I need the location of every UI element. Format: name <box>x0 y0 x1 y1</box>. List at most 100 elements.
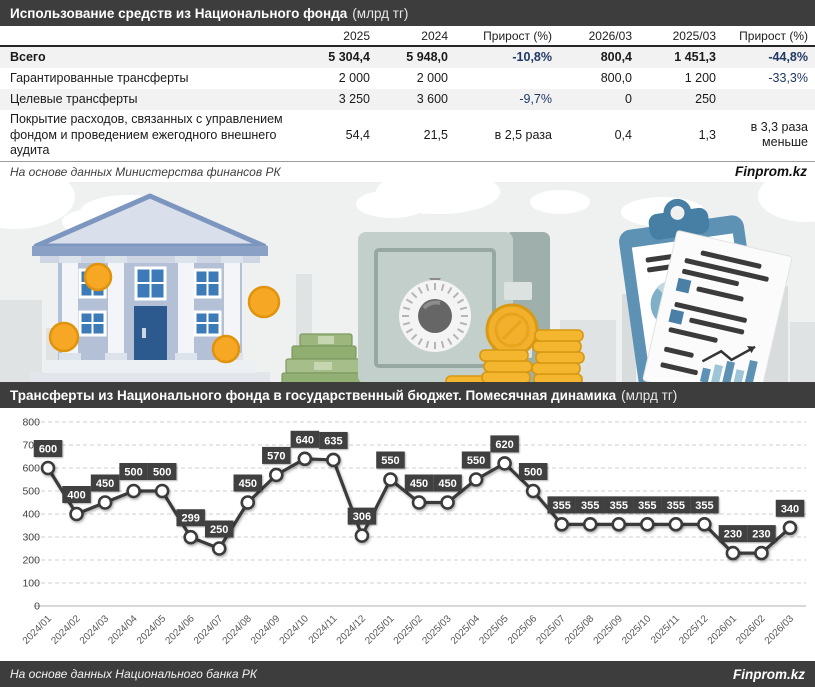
y-axis-tick-label: 600 <box>22 463 40 475</box>
data-label-value: 550 <box>467 455 485 467</box>
data-label-value: 570 <box>267 450 285 462</box>
x-axis-tick-label: 2025/10 <box>620 613 654 647</box>
data-point-marker <box>641 518 653 530</box>
x-axis-tick-label: 2026/02 <box>734 613 768 647</box>
data-label-value: 355 <box>553 500 571 512</box>
finprom-logo-text: Finprom.kz <box>735 164 815 179</box>
cell-value: 3 250 <box>311 90 377 110</box>
y-axis-tick-label: 500 <box>22 486 40 498</box>
y-axis-tick-label: 300 <box>22 532 40 544</box>
data-point-marker <box>327 454 339 466</box>
chart-title-bar: Трансферты из Национального фонда в госу… <box>0 382 815 408</box>
x-axis-tick-label: 2025/11 <box>649 613 682 646</box>
data-point-marker <box>556 518 568 530</box>
x-axis-tick-label: 2024/02 <box>49 613 83 647</box>
x-axis-tick-label: 2025/01 <box>363 613 397 647</box>
data-point-marker <box>727 547 739 559</box>
cell-value: 5 948,0 <box>377 48 455 68</box>
column-header: 2025/03 <box>639 27 723 45</box>
x-axis-tick-label: 2025/07 <box>534 613 568 647</box>
row-label: Покрытие расходов, связанных с управлени… <box>0 110 311 161</box>
x-axis-tick-label: 2026/03 <box>763 613 797 647</box>
data-label-value: 550 <box>381 455 399 467</box>
data-point-marker <box>784 522 796 534</box>
column-header: Прирост (%) <box>455 27 559 45</box>
x-axis-tick-label: 2024/03 <box>78 613 112 647</box>
data-label-value: 600 <box>39 444 57 456</box>
fund-usage-table: 20252024Прирост (%)2026/032025/03Прирост… <box>0 26 815 182</box>
data-label-value: 230 <box>724 529 742 541</box>
x-axis-tick-label: 2024/12 <box>335 613 369 647</box>
cell-value: 0 <box>559 90 639 110</box>
data-label-value: 635 <box>324 435 342 447</box>
table-row: Покрытие расходов, связанных с управлени… <box>0 110 815 161</box>
data-label-value: 355 <box>695 500 713 512</box>
data-point-marker <box>613 518 625 530</box>
footer-bar: На основе данных Национального банка РК … <box>0 661 815 687</box>
cell-value: -10,8% <box>455 48 559 68</box>
data-point-marker <box>527 485 539 497</box>
data-point-marker <box>128 485 140 497</box>
chart-area: 01002003004005006007008002024/012024/022… <box>0 408 815 661</box>
row-label: Целевые трансферты <box>0 90 311 110</box>
y-axis-tick-label: 100 <box>22 578 40 590</box>
column-header: 2026/03 <box>559 27 639 45</box>
x-axis-tick-label: 2025/12 <box>677 613 711 647</box>
chart-title: Трансферты из Национального фонда в госу… <box>10 388 616 403</box>
table-title-bar: Использование средств из Национального ф… <box>0 0 815 26</box>
x-axis-tick-label: 2025/02 <box>392 613 426 647</box>
x-axis-tick-label: 2025/09 <box>592 613 626 647</box>
x-axis-tick-label: 2024/09 <box>249 613 283 647</box>
column-header: 2024 <box>377 27 455 45</box>
cell-value: 1 451,3 <box>639 48 723 68</box>
table-row: Всего5 304,45 948,0-10,8%800,41 451,3-44… <box>0 47 815 68</box>
x-axis-tick-label: 2024/11 <box>307 613 340 646</box>
safe-dial-icon <box>399 280 471 352</box>
x-axis-tick-label: 2025/03 <box>420 613 454 647</box>
data-point-marker <box>413 497 425 509</box>
data-label-value: 230 <box>752 529 770 541</box>
x-axis-tick-label: 2024/04 <box>106 613 140 647</box>
x-axis-tick-label: 2025/04 <box>449 613 483 647</box>
data-label-value: 450 <box>410 478 428 490</box>
data-point-marker <box>499 457 511 469</box>
table-source-row: На основе данных Министерства финансов Р… <box>0 161 815 182</box>
table-source-text: На основе данных Министерства финансов Р… <box>0 165 281 179</box>
x-axis-tick-label: 2026/01 <box>706 613 740 647</box>
cell-value: в 3,3 раза меньше <box>723 118 815 153</box>
data-label-value: 250 <box>210 524 228 536</box>
table-row: Целевые трансферты3 2503 600-9,7%0250 <box>0 89 815 110</box>
data-label-value: 450 <box>239 478 257 490</box>
column-header: 2025 <box>311 27 377 45</box>
data-point-marker <box>384 474 396 486</box>
header-spacer <box>0 34 311 38</box>
cell-value <box>455 77 559 81</box>
y-axis-tick-label: 200 <box>22 555 40 567</box>
data-point-marker <box>584 518 596 530</box>
data-point-marker <box>242 497 254 509</box>
data-point-marker <box>71 508 83 520</box>
cell-value <box>723 98 815 102</box>
data-label-value: 355 <box>638 500 656 512</box>
x-axis-tick-label: 2024/01 <box>21 613 55 647</box>
x-axis-tick-label: 2025/06 <box>506 613 540 647</box>
data-label-value: 500 <box>524 467 542 479</box>
data-point-marker <box>442 497 454 509</box>
data-label-value: 355 <box>667 500 685 512</box>
data-point-marker <box>670 518 682 530</box>
row-label: Гарантированные трансферты <box>0 69 311 89</box>
cell-value: 1 200 <box>639 69 723 89</box>
data-label-value: 355 <box>610 500 628 512</box>
cell-value: 5 304,4 <box>311 48 377 68</box>
cell-value: в 2,5 раза <box>455 126 559 146</box>
data-point-marker <box>698 518 710 530</box>
y-axis-tick-label: 0 <box>34 601 40 613</box>
cell-value: 21,5 <box>377 126 455 146</box>
table-title-unit: (млрд тг) <box>352 6 408 21</box>
cell-value: -44,8% <box>723 48 815 68</box>
finprom-logo-text: Finprom.kz <box>733 667 805 682</box>
data-label-value: 450 <box>438 478 456 490</box>
x-axis-tick-label: 2025/05 <box>477 613 511 647</box>
data-point-marker <box>299 453 311 465</box>
x-axis-tick-label: 2024/05 <box>135 613 169 647</box>
